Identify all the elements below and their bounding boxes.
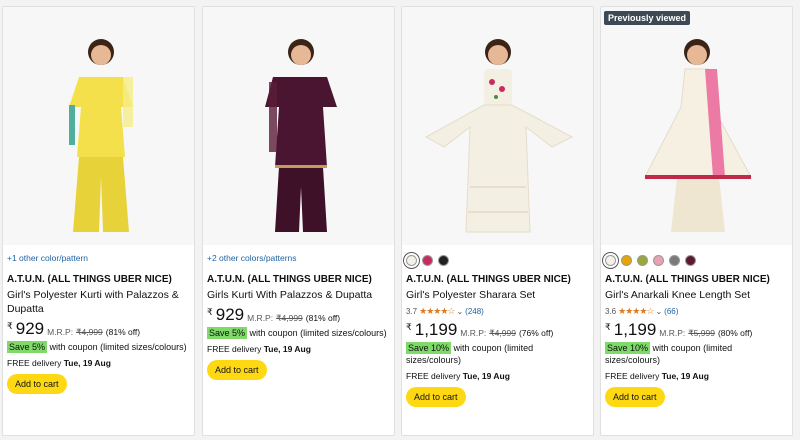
price-row: ₹ 929 M.R.P: ₹4,999 (81% off) bbox=[7, 320, 190, 338]
brand-name: A.T.U.N. (ALL THINGS UBER NICE) bbox=[605, 274, 770, 285]
product-card[interactable]: +2 other colors/patterns A.T.U.N. (ALL T… bbox=[202, 6, 395, 436]
currency-symbol: ₹ bbox=[207, 307, 213, 317]
discount: (81% off) bbox=[305, 313, 341, 323]
coupon-badge: Save 10% bbox=[605, 342, 651, 354]
previously-viewed-badge: Previously viewed bbox=[604, 11, 691, 25]
star-rating-icon: ★★★★☆ bbox=[419, 306, 455, 316]
color-swatch[interactable] bbox=[605, 254, 616, 266]
price: 929 bbox=[215, 305, 245, 324]
color-swatch[interactable] bbox=[637, 254, 648, 266]
coupon-badge: Save 10% bbox=[406, 342, 452, 354]
chevron-down-icon[interactable]: ⌄ bbox=[655, 307, 662, 316]
price-row: ₹ 1,199 M.R.P: ₹5,999 (80% off) bbox=[605, 321, 788, 339]
coupon-row: Save 10% with coupon (limited sizes/colo… bbox=[406, 342, 589, 366]
add-to-cart-button[interactable]: Add to cart bbox=[207, 360, 267, 380]
product-title[interactable]: Girl's Anarkali Knee Length Set bbox=[605, 288, 788, 302]
mrp-label: M.R.P: bbox=[247, 313, 274, 323]
coupon-row: Save 5% with coupon (limited sizes/colou… bbox=[7, 341, 190, 353]
color-swatches bbox=[406, 251, 589, 269]
brand-name: A.T.U.N. (ALL THINGS UBER NICE) bbox=[207, 274, 372, 285]
coupon-row: Save 5% with coupon (limited sizes/colou… bbox=[207, 327, 390, 339]
delivery-label: FREE delivery bbox=[207, 344, 262, 354]
discount: (81% off) bbox=[105, 327, 141, 337]
brand-name: A.T.U.N. (ALL THINGS UBER NICE) bbox=[7, 274, 172, 285]
color-swatch[interactable] bbox=[406, 254, 417, 266]
product-grid: +1 other color/pattern A.T.U.N. (ALL THI… bbox=[0, 0, 800, 440]
mrp-label: M.R.P: bbox=[659, 328, 686, 338]
delivery-date: Tue, 19 Aug bbox=[462, 371, 510, 381]
discount: (80% off) bbox=[717, 328, 753, 338]
product-title[interactable]: Girl's Polyester Kurti with Palazzos & D… bbox=[7, 288, 190, 316]
mrp-value: ₹4,999 bbox=[489, 328, 516, 338]
star-rating-icon: ★★★★☆ bbox=[618, 306, 654, 316]
delivery-info: FREE delivery Tue, 19 Aug bbox=[406, 371, 589, 381]
variant-link[interactable]: +1 other color/pattern bbox=[7, 251, 190, 269]
mrp-label: M.R.P: bbox=[460, 328, 487, 338]
product-image[interactable]: Previously viewed bbox=[601, 7, 792, 245]
rating-value: 3.7 bbox=[406, 307, 418, 316]
currency-symbol: ₹ bbox=[7, 321, 13, 331]
price: 1,199 bbox=[414, 320, 458, 339]
product-card[interactable]: A.T.U.N. (ALL THINGS UBER NICE) Girl's P… bbox=[401, 6, 594, 436]
delivery-info: FREE delivery Tue, 19 Aug bbox=[605, 371, 788, 381]
color-swatches bbox=[605, 251, 788, 269]
delivery-label: FREE delivery bbox=[406, 371, 461, 381]
variant-link[interactable]: +2 other colors/patterns bbox=[207, 251, 390, 269]
brand-name: A.T.U.N. (ALL THINGS UBER NICE) bbox=[406, 274, 571, 285]
price: 1,199 bbox=[613, 320, 657, 339]
coupon-text: with coupon (limited sizes/colours) bbox=[249, 328, 387, 338]
rating-count[interactable]: (248) bbox=[465, 307, 484, 316]
delivery-info: FREE delivery Tue, 19 Aug bbox=[207, 344, 390, 354]
mrp-value: ₹4,999 bbox=[276, 313, 303, 323]
coupon-badge: Save 5% bbox=[7, 341, 48, 353]
delivery-date: Tue, 19 Aug bbox=[63, 358, 111, 368]
product-image[interactable] bbox=[402, 7, 593, 245]
coupon-text: with coupon (limited sizes/colours) bbox=[49, 342, 187, 352]
discount: (76% off) bbox=[518, 328, 554, 338]
mrp-value: ₹5,999 bbox=[688, 328, 715, 338]
delivery-label: FREE delivery bbox=[7, 358, 62, 368]
price-row: ₹ 1,199 M.R.P: ₹4,999 (76% off) bbox=[406, 321, 589, 339]
rating-value: 3.6 bbox=[605, 307, 617, 316]
delivery-info: FREE delivery Tue, 19 Aug bbox=[7, 358, 190, 368]
mrp-value: ₹4,999 bbox=[76, 327, 103, 337]
product-card[interactable]: Previously viewed A.T.U.N. (ALL THINGS U… bbox=[600, 6, 793, 436]
delivery-label: FREE delivery bbox=[605, 371, 660, 381]
rating-row[interactable]: 3.6 ★★★★☆ ⌄ (66) bbox=[605, 306, 788, 317]
product-title[interactable]: Girl's Polyester Sharara Set bbox=[406, 288, 589, 302]
add-to-cart-button[interactable]: Add to cart bbox=[605, 387, 665, 407]
currency-symbol: ₹ bbox=[605, 322, 611, 332]
color-swatch[interactable] bbox=[438, 254, 449, 266]
chevron-down-icon[interactable]: ⌄ bbox=[456, 307, 463, 316]
color-swatch[interactable] bbox=[669, 254, 680, 266]
currency-symbol: ₹ bbox=[406, 322, 412, 332]
add-to-cart-button[interactable]: Add to cart bbox=[7, 374, 67, 394]
product-image[interactable] bbox=[203, 7, 394, 245]
color-swatch[interactable] bbox=[653, 254, 664, 266]
product-title[interactable]: Girls Kurti With Palazzos & Dupatta bbox=[207, 288, 390, 302]
add-to-cart-button[interactable]: Add to cart bbox=[406, 387, 466, 407]
color-swatch[interactable] bbox=[621, 254, 632, 266]
coupon-row: Save 10% with coupon (limited sizes/colo… bbox=[605, 342, 788, 366]
price: 929 bbox=[15, 319, 45, 338]
delivery-date: Tue, 19 Aug bbox=[263, 344, 311, 354]
color-swatch[interactable] bbox=[422, 254, 433, 266]
rating-row[interactable]: 3.7 ★★★★☆ ⌄ (248) bbox=[406, 306, 589, 317]
delivery-date: Tue, 19 Aug bbox=[661, 371, 709, 381]
product-image[interactable] bbox=[3, 7, 194, 245]
price-row: ₹ 929 M.R.P: ₹4,999 (81% off) bbox=[207, 306, 390, 324]
rating-count[interactable]: (66) bbox=[664, 307, 678, 316]
mrp-label: M.R.P: bbox=[47, 327, 74, 337]
coupon-badge: Save 5% bbox=[207, 327, 248, 339]
product-card[interactable]: +1 other color/pattern A.T.U.N. (ALL THI… bbox=[2, 6, 195, 436]
color-swatch[interactable] bbox=[685, 254, 696, 266]
